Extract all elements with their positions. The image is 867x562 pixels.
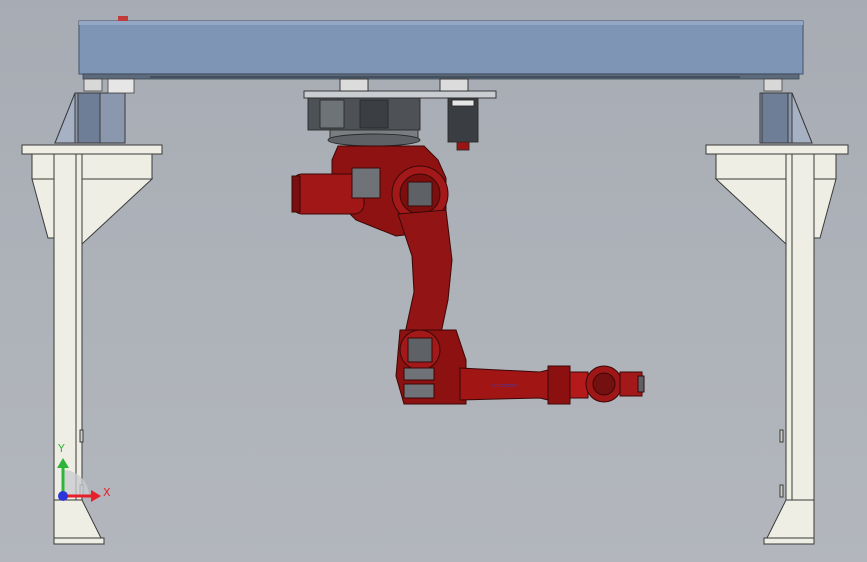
right-bracket-block xyxy=(761,92,789,144)
left-support-column[interactable] xyxy=(21,92,163,545)
left-brace-inner xyxy=(81,178,154,246)
left-brace-outer xyxy=(31,178,55,239)
cad-viewport[interactable]: ▭▭▭▭ xyxy=(0,0,867,562)
right-brace-inner xyxy=(714,178,787,246)
left-top-plate-inner xyxy=(31,153,153,180)
left-bracket-block xyxy=(77,92,101,144)
triad-x-label: X xyxy=(103,486,111,499)
left-bracket-gusset xyxy=(54,92,76,144)
carriage-top-plate xyxy=(303,90,497,99)
svg-text:▭▭▭▭: ▭▭▭▭ xyxy=(492,381,518,389)
robot-carriage[interactable] xyxy=(303,78,497,151)
right-top-plate xyxy=(705,144,849,155)
left-top-plate xyxy=(21,144,163,155)
right-foot xyxy=(763,499,815,545)
right-bracket-gusset xyxy=(791,92,813,144)
wrist-flange xyxy=(569,371,589,399)
triad-y-label: Y xyxy=(58,442,65,455)
left-rail-carriage xyxy=(107,78,135,94)
right-support-column[interactable] xyxy=(705,92,849,545)
right-column-post xyxy=(785,153,815,545)
right-top-plate-inner xyxy=(715,153,837,180)
beam-top-marker xyxy=(118,16,128,21)
robot-arm[interactable]: ▭▭▭▭ xyxy=(291,145,645,405)
left-foot xyxy=(53,499,105,545)
right-brace-outer xyxy=(813,178,837,239)
right-rail-carriage xyxy=(763,78,783,92)
triad-z-axis xyxy=(58,491,68,501)
beam-body xyxy=(78,20,804,75)
lower-arm-link xyxy=(397,209,453,339)
